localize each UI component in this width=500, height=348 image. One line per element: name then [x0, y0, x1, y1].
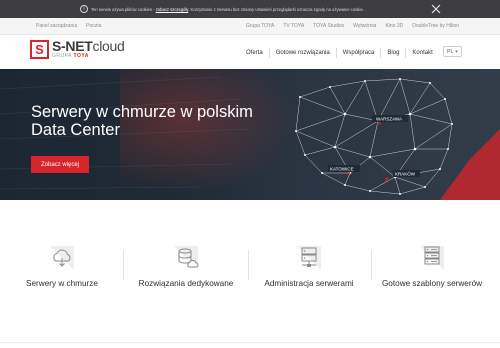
city-label-katowice: KATOWICE — [330, 167, 354, 172]
service-cloud-servers[interactable]: Serwery w chmurze — [7, 242, 117, 288]
util-link-tv-toya[interactable]: TV TOYA — [283, 23, 304, 29]
nav-item-blog[interactable]: Blog — [387, 50, 399, 56]
util-link-toya-studios[interactable]: TOYA Studios — [313, 23, 344, 29]
hero-banner: ✕ WARSZAWA ✕ KATOWICE ✕ KRAKÓW Serwery w… — [0, 69, 500, 200]
hero-title: Serwery w chmurze w polskim Data Center — [31, 103, 253, 139]
cookie-message: i Ten serwis używa plików cookies - zoba… — [80, 4, 364, 14]
utility-links-right: Grupa TOYA TV TOYA TOYA Studios Wytwórni… — [246, 23, 459, 29]
logo-mark: S — [30, 39, 49, 59]
services-section: Serwery w chmurze Rozwiązania dedykowane… — [0, 200, 500, 348]
util-link-mail[interactable]: Poczta — [86, 23, 101, 29]
city-marker-krakow: ✕ KRAKÓW — [384, 170, 420, 184]
nav-item-kontakt[interactable]: Kontakt — [412, 50, 432, 56]
language-label: PL — [447, 48, 454, 55]
util-link-doubletree[interactable]: DoubleTree by Hilton — [412, 23, 459, 29]
city-marker-warszawa: ✕ WARSZAWA — [372, 115, 408, 127]
nav-divider — [405, 48, 407, 58]
cookie-text: Ten serwis używa plików cookies - zobacz… — [91, 6, 364, 12]
city-marker-katowice: ✕ KATOWICE — [328, 165, 360, 177]
main-nav: Oferta Gotowe rozwiązania Współpraca Blo… — [246, 48, 433, 58]
svg-text:✕: ✕ — [384, 177, 390, 184]
close-icon[interactable] — [430, 3, 442, 15]
service-label: Gotowe szablony serwerów — [381, 279, 483, 288]
service-divider — [123, 250, 124, 280]
util-link-kino-3d[interactable]: Kino 3D — [385, 23, 403, 29]
utility-links-left: Panel zarządzania Poczta — [36, 23, 101, 29]
logo-name: S-NETcloud — [52, 38, 125, 54]
service-label: Administracja serwerami — [264, 279, 354, 288]
info-icon: i — [80, 5, 88, 13]
server-templates-icon — [420, 246, 444, 270]
service-label: Serwery w chmurze — [26, 279, 98, 288]
utility-bar: Panel zarządzania Poczta Grupa TOYA TV T… — [0, 18, 500, 35]
service-divider — [371, 250, 372, 280]
service-server-administration[interactable]: Administracja serwerami — [254, 242, 364, 288]
service-dedicated-solutions[interactable]: Rozwiązania dedykowane — [131, 242, 241, 288]
service-label: Rozwiązania dedykowane — [138, 279, 234, 288]
nav-item-wspolpraca[interactable]: Współpraca — [343, 50, 375, 56]
nav-divider — [335, 48, 337, 58]
cloud-server-icon — [50, 246, 74, 270]
city-label-warszawa: WARSZAWA — [376, 117, 402, 122]
nav-divider — [380, 48, 382, 58]
language-select[interactable]: PL ▾ — [443, 46, 462, 57]
cookie-details-link[interactable]: zobacz szczegóły — [156, 7, 189, 12]
logo-group: GRUPA TOYA — [52, 53, 89, 59]
see-more-button[interactable]: Zobacz więcej — [31, 156, 89, 173]
hero-red-accent — [440, 129, 500, 200]
service-divider — [248, 250, 249, 280]
nav-item-oferta[interactable]: Oferta — [246, 50, 263, 56]
util-link-grupa-toya[interactable]: Grupa TOYA — [246, 23, 274, 29]
database-cloud-icon — [174, 246, 199, 270]
server-admin-icon — [297, 246, 321, 270]
util-link-panel[interactable]: Panel zarządzania — [36, 23, 77, 29]
logo[interactable]: S S-NETcloud GRUPA TOYA — [30, 39, 125, 59]
nav-divider — [268, 48, 270, 58]
city-label-krakow: KRAKÓW — [395, 171, 416, 177]
nav-item-gotowe-rozwiazania[interactable]: Gotowe rozwiązania — [276, 50, 330, 56]
service-server-templates[interactable]: Gotowe szablony serwerów — [377, 242, 487, 288]
logo-text: S-NETcloud GRUPA TOYA — [52, 39, 125, 59]
util-link-wytwornia[interactable]: Wytwórnia — [353, 23, 376, 29]
section-divider — [0, 342, 500, 343]
chevron-down-icon: ▾ — [455, 48, 458, 55]
cookie-bar: i Ten serwis używa plików cookies - zoba… — [0, 0, 500, 18]
site-header: S S-NETcloud GRUPA TOYA Oferta Gotowe ro… — [0, 35, 500, 69]
